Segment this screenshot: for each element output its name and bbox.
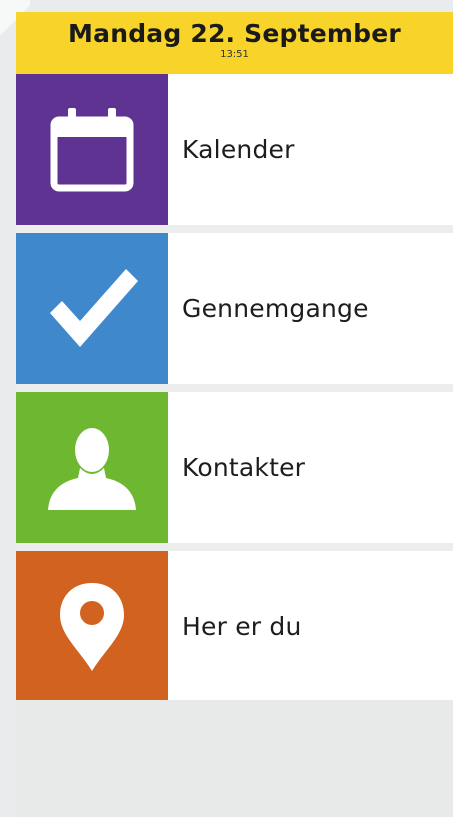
main-menu: Kalender Gennemgange Kontakter Her er du xyxy=(16,74,453,702)
checkmark-tile[interactable] xyxy=(16,233,168,384)
menu-item-kontakter[interactable]: Kontakter xyxy=(16,392,453,543)
menu-item-her-er-du[interactable]: Her er du xyxy=(16,551,453,702)
date-header: Mandag 22. September 13:51 xyxy=(16,12,453,74)
person-icon xyxy=(48,427,136,510)
menu-item-label: Gennemgange xyxy=(182,294,369,323)
location-pin-icon xyxy=(60,582,124,671)
menu-item-label: Kontakter xyxy=(182,453,306,482)
menu-item-label: Her er du xyxy=(182,612,302,641)
empty-area xyxy=(16,700,453,817)
menu-item-label: Kalender xyxy=(182,135,295,164)
menu-item-gennemgange[interactable]: Gennemgange xyxy=(16,233,453,384)
header-date: Mandag 22. September xyxy=(68,19,401,48)
location-tile[interactable] xyxy=(16,551,168,702)
header-time: 13:51 xyxy=(220,49,249,60)
checkmark-icon xyxy=(50,268,138,347)
person-tile[interactable] xyxy=(16,392,168,543)
calendar-tile[interactable] xyxy=(16,74,168,225)
menu-item-kalender[interactable]: Kalender xyxy=(16,74,453,225)
phone-screen: Mandag 22. September 13:51 Kalender Genn… xyxy=(16,12,453,817)
calendar-icon xyxy=(50,107,134,191)
